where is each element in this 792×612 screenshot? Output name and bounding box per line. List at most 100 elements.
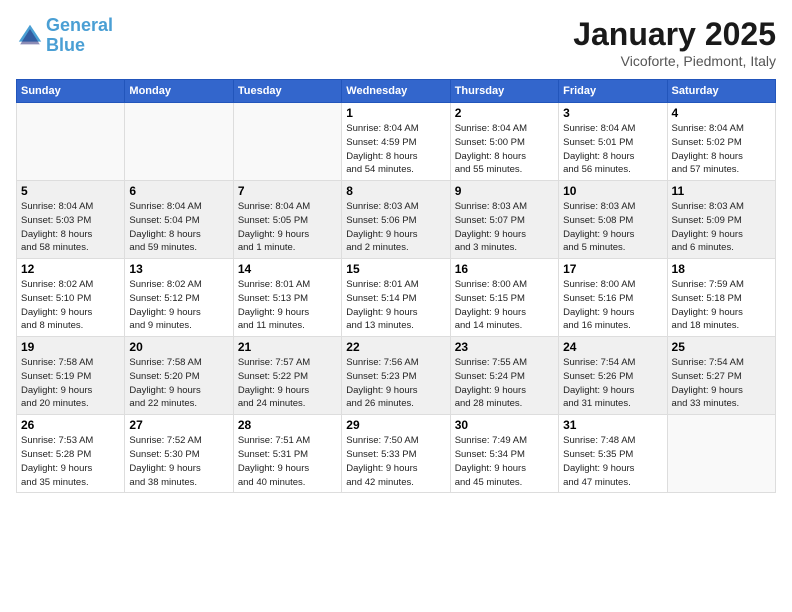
day-cell: 3Sunrise: 8:04 AMSunset: 5:01 PMDaylight… bbox=[559, 103, 667, 181]
day-number: 12 bbox=[21, 262, 120, 276]
page-container: General Blue January 2025 Vicoforte, Pie… bbox=[0, 0, 792, 612]
day-info: Sunrise: 8:03 AMSunset: 5:09 PMDaylight:… bbox=[672, 200, 771, 255]
col-friday: Friday bbox=[559, 80, 667, 103]
day-cell: 1 Sunrise: 8:04 AMSunset: 4:59 PMDaylight… bbox=[342, 103, 450, 181]
day-number: 24 bbox=[563, 340, 662, 354]
day-number: 28 bbox=[238, 418, 337, 432]
day-number: 16 bbox=[455, 262, 554, 276]
day-number: 18 bbox=[672, 262, 771, 276]
day-number: 27 bbox=[129, 418, 228, 432]
day-number: 1 bbox=[346, 106, 445, 120]
day-info: Sunrise: 8:00 AMSunset: 5:16 PMDaylight:… bbox=[563, 278, 662, 333]
day-cell: 29Sunrise: 7:50 AMSunset: 5:33 PMDayligh… bbox=[342, 415, 450, 493]
day-number: 8 bbox=[346, 184, 445, 198]
day-info: Sunrise: 7:48 AMSunset: 5:35 PMDaylight:… bbox=[563, 434, 662, 489]
day-info: Sunrise: 8:00 AMSunset: 5:15 PMDaylight:… bbox=[455, 278, 554, 333]
day-info: Sunrise: 7:55 AMSunset: 5:24 PMDaylight:… bbox=[455, 356, 554, 411]
day-cell: 6 Sunrise: 8:04 AMSunset: 5:04 PMDaylight… bbox=[125, 181, 233, 259]
day-cell: 12 Sunrise: 8:02 AMSunset: 5:10 PMDayligh… bbox=[17, 259, 125, 337]
day-number: 4 bbox=[672, 106, 771, 120]
logo-blue: Blue bbox=[46, 35, 85, 55]
day-info: Sunrise: 8:03 AMSunset: 5:07 PMDaylight:… bbox=[455, 200, 554, 255]
calendar-subtitle: Vicoforte, Piedmont, Italy bbox=[573, 53, 776, 69]
day-number: 23 bbox=[455, 340, 554, 354]
day-info: Sunrise: 7:57 AMSunset: 5:22 PMDaylight:… bbox=[238, 356, 337, 411]
day-cell: 30Sunrise: 7:49 AMSunset: 5:34 PMDayligh… bbox=[450, 415, 558, 493]
day-info: Sunrise: 7:56 AMSunset: 5:23 PMDaylight:… bbox=[346, 356, 445, 411]
day-cell: 26 Sunrise: 7:53 AMSunset: 5:28 PMDayligh… bbox=[17, 415, 125, 493]
day-cell: 16 Sunrise: 8:00 AMSunset: 5:15 PMDayligh… bbox=[450, 259, 558, 337]
day-number: 14 bbox=[238, 262, 337, 276]
col-saturday: Saturday bbox=[667, 80, 775, 103]
day-info: Sunrise: 8:01 AMSunset: 5:14 PMDaylight:… bbox=[346, 278, 445, 333]
day-cell: 25Sunrise: 7:54 AMSunset: 5:27 PMDayligh… bbox=[667, 337, 775, 415]
day-cell: 24Sunrise: 7:54 AMSunset: 5:26 PMDayligh… bbox=[559, 337, 667, 415]
day-cell: 20 Sunrise: 7:58 AMSunset: 5:20 PMDayligh… bbox=[125, 337, 233, 415]
day-number: 29 bbox=[346, 418, 445, 432]
day-info: Sunrise: 8:04 AMSunset: 5:03 PMDaylight:… bbox=[21, 200, 120, 255]
day-cell: 19 Sunrise: 7:58 AMSunset: 5:19 PMDayligh… bbox=[17, 337, 125, 415]
day-cell bbox=[17, 103, 125, 181]
day-info: Sunrise: 8:03 AMSunset: 5:06 PMDaylight:… bbox=[346, 200, 445, 255]
col-thursday: Thursday bbox=[450, 80, 558, 103]
day-info: Sunrise: 8:04 AMSunset: 5:04 PMDaylight:… bbox=[129, 200, 228, 255]
day-info: Sunrise: 7:58 AMSunset: 5:19 PMDaylight:… bbox=[21, 356, 120, 411]
day-number: 20 bbox=[129, 340, 228, 354]
day-cell: 18 Sunrise: 7:59 AMSunset: 5:18 PMDayligh… bbox=[667, 259, 775, 337]
day-number: 6 bbox=[129, 184, 228, 198]
day-info: Sunrise: 7:51 AMSunset: 5:31 PMDaylight:… bbox=[238, 434, 337, 489]
day-info: Sunrise: 8:04 AMSunset: 5:05 PMDaylight:… bbox=[238, 200, 337, 255]
day-cell: 28 Sunrise: 7:51 AMSunset: 5:31 PMDayligh… bbox=[233, 415, 341, 493]
day-cell: 8 Sunrise: 8:03 AMSunset: 5:06 PMDaylight… bbox=[342, 181, 450, 259]
day-cell bbox=[125, 103, 233, 181]
day-info: Sunrise: 8:03 AMSunset: 5:08 PMDaylight:… bbox=[563, 200, 662, 255]
day-info: Sunrise: 8:04 AMSunset: 5:02 PMDaylight:… bbox=[672, 122, 771, 177]
day-number: 17 bbox=[563, 262, 662, 276]
day-info: Sunrise: 7:58 AMSunset: 5:20 PMDaylight:… bbox=[129, 356, 228, 411]
header-row: Sunday Monday Tuesday Wednesday Thursday… bbox=[17, 80, 776, 103]
week-row-3: 12 Sunrise: 8:02 AMSunset: 5:10 PMDayligh… bbox=[17, 259, 776, 337]
day-cell bbox=[233, 103, 341, 181]
day-number: 13 bbox=[129, 262, 228, 276]
day-info: Sunrise: 8:01 AMSunset: 5:13 PMDaylight:… bbox=[238, 278, 337, 333]
day-number: 19 bbox=[21, 340, 120, 354]
day-cell: 10 Sunrise: 8:03 AMSunset: 5:08 PMDayligh… bbox=[559, 181, 667, 259]
logo-text: General Blue bbox=[46, 16, 113, 56]
day-cell bbox=[667, 415, 775, 493]
day-info: Sunrise: 7:53 AMSunset: 5:28 PMDaylight:… bbox=[21, 434, 120, 489]
day-info: Sunrise: 7:49 AMSunset: 5:34 PMDaylight:… bbox=[455, 434, 554, 489]
day-cell: 5Sunrise: 8:04 AMSunset: 5:03 PMDaylight… bbox=[17, 181, 125, 259]
day-info: Sunrise: 7:52 AMSunset: 5:30 PMDaylight:… bbox=[129, 434, 228, 489]
day-info: Sunrise: 8:04 AMSunset: 5:00 PMDaylight:… bbox=[455, 122, 554, 177]
day-cell: 22 Sunrise: 7:56 AMSunset: 5:23 PMDayligh… bbox=[342, 337, 450, 415]
day-info: Sunrise: 8:02 AMSunset: 5:10 PMDaylight:… bbox=[21, 278, 120, 333]
day-number: 15 bbox=[346, 262, 445, 276]
col-wednesday: Wednesday bbox=[342, 80, 450, 103]
day-number: 31 bbox=[563, 418, 662, 432]
day-cell: 27 Sunrise: 7:52 AMSunset: 5:30 PMDayligh… bbox=[125, 415, 233, 493]
day-cell: 31 Sunrise: 7:48 AMSunset: 5:35 PMDayligh… bbox=[559, 415, 667, 493]
day-cell: 11Sunrise: 8:03 AMSunset: 5:09 PMDayligh… bbox=[667, 181, 775, 259]
day-number: 22 bbox=[346, 340, 445, 354]
day-info: Sunrise: 7:54 AMSunset: 5:27 PMDaylight:… bbox=[672, 356, 771, 411]
col-sunday: Sunday bbox=[17, 80, 125, 103]
logo-icon bbox=[16, 22, 44, 50]
day-cell: 17 Sunrise: 8:00 AMSunset: 5:16 PMDayligh… bbox=[559, 259, 667, 337]
day-number: 10 bbox=[563, 184, 662, 198]
day-number: 26 bbox=[21, 418, 120, 432]
day-info: Sunrise: 8:04 AMSunset: 4:59 PMDaylight:… bbox=[346, 122, 445, 177]
day-cell: 9Sunrise: 8:03 AMSunset: 5:07 PMDaylight… bbox=[450, 181, 558, 259]
day-number: 21 bbox=[238, 340, 337, 354]
day-info: Sunrise: 7:59 AMSunset: 5:18 PMDaylight:… bbox=[672, 278, 771, 333]
week-row-1: 1 Sunrise: 8:04 AMSunset: 4:59 PMDaylight… bbox=[17, 103, 776, 181]
day-cell: 4 Sunrise: 8:04 AMSunset: 5:02 PMDaylight… bbox=[667, 103, 775, 181]
col-tuesday: Tuesday bbox=[233, 80, 341, 103]
day-number: 7 bbox=[238, 184, 337, 198]
col-monday: Monday bbox=[125, 80, 233, 103]
calendar-title: January 2025 bbox=[573, 16, 776, 53]
day-cell: 7 Sunrise: 8:04 AMSunset: 5:05 PMDaylight… bbox=[233, 181, 341, 259]
week-row-4: 19 Sunrise: 7:58 AMSunset: 5:19 PMDayligh… bbox=[17, 337, 776, 415]
header: General Blue January 2025 Vicoforte, Pie… bbox=[16, 16, 776, 69]
logo: General Blue bbox=[16, 16, 113, 56]
day-cell: 23 Sunrise: 7:55 AMSunset: 5:24 PMDayligh… bbox=[450, 337, 558, 415]
